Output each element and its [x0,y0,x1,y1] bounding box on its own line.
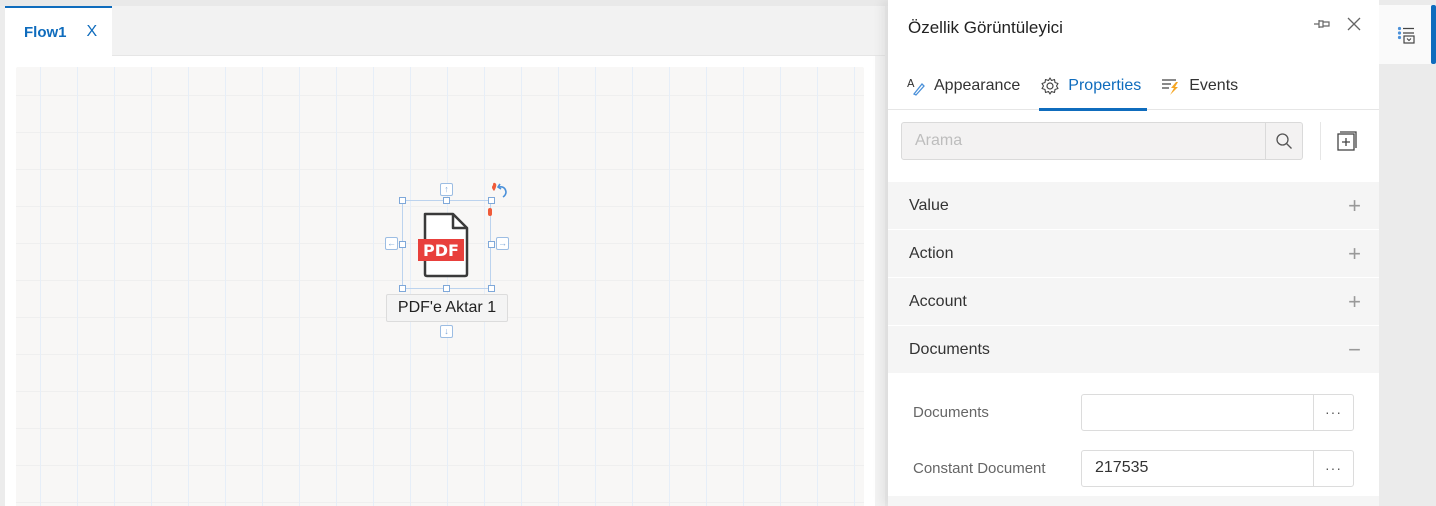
prop-row-documents: Documents ··· [888,384,1379,440]
resize-handle-e[interactable] [488,241,495,248]
resize-handle-w[interactable] [399,241,406,248]
connect-port-up[interactable]: ↑ [440,183,453,196]
documents-section-body: Documents ··· Constant Document ··· [888,374,1379,494]
appearance-icon: A [907,77,925,96]
prop-label: Constant Document [913,459,1046,477]
close-icon[interactable] [1347,17,1361,31]
connect-port-left[interactable]: ← [385,237,398,250]
expand-plus-icon[interactable]: + [1348,242,1361,265]
resize-handle-sw[interactable] [399,285,406,292]
constant-document-browse-button[interactable]: ··· [1313,450,1353,486]
tab-events-label: Events [1189,77,1239,94]
document-tab-bar: Flow1 X [5,6,885,56]
pdf-icon-text: PDF [423,241,459,260]
tab-properties[interactable]: Properties [1039,62,1148,111]
expand-plus-icon[interactable]: + [1348,194,1361,217]
events-icon [1162,79,1179,95]
constant-document-field: ··· [1081,449,1354,487]
section-value[interactable]: Value + [888,182,1379,230]
search-button[interactable] [1265,123,1302,159]
section-label: Value [909,196,949,214]
prop-label: Documents [913,403,989,421]
connect-port-down[interactable]: ↓ [440,325,453,338]
property-sections: Value + Action + Account + Documents − D… [888,182,1379,494]
section-account[interactable]: Account + [888,278,1379,326]
section-documents[interactable]: Documents − [888,326,1379,374]
search-input[interactable] [902,123,1265,159]
documents-browse-button[interactable]: ··· [1313,394,1353,430]
resize-handle-se[interactable] [488,285,495,292]
section-action[interactable]: Action + [888,230,1379,278]
tab-events[interactable]: Events [1161,62,1244,110]
tab-appearance[interactable]: A Appearance [906,62,1026,110]
property-viewer-panel: Özellik Görüntüleyici A Appearance Prope… [888,0,1379,506]
expand-plus-icon[interactable]: + [1348,290,1361,313]
property-list-icon [1397,26,1415,44]
panel-actions [1313,17,1361,31]
rail-property-viewer-button[interactable] [1379,5,1436,64]
panel-title: Özellik Görüntüleyici [908,18,1063,37]
tab-label: Flow1 [24,23,67,41]
search-icon [1276,133,1292,149]
tab-flow1[interactable]: Flow1 X [5,6,112,56]
pin-icon[interactable] [1313,17,1331,31]
panel-footer-strip [888,496,1379,506]
property-search [901,122,1303,160]
section-label: Action [909,244,954,262]
node-label[interactable]: PDF'e Aktar 1 [386,294,508,322]
pdf-file-icon: PDF [418,212,469,278]
active-indicator [1431,5,1436,64]
resize-handle-nw[interactable] [399,197,406,204]
panel-tabs: A Appearance Properties Events [888,62,1379,111]
gear-icon [1041,77,1059,95]
toolbar-divider [1320,122,1321,160]
tab-close-button[interactable]: X [87,24,98,40]
warning-indicator [488,208,492,216]
prop-row-constant-document: Constant Document ··· [888,440,1379,496]
right-rail [1379,0,1436,506]
section-label: Account [909,292,967,310]
constant-document-input[interactable] [1082,450,1313,486]
rotate-icon[interactable] [488,182,510,202]
flow-node-pdf-export[interactable]: ↑ ← → ↓ PDF PDF'e Aktar 1 [370,170,530,350]
resize-handle-n[interactable] [443,197,450,204]
documents-field: ··· [1081,393,1354,431]
collapse-minus-icon[interactable]: − [1348,338,1361,361]
section-label: Documents [909,340,990,358]
tab-appearance-label: Appearance [934,77,1021,94]
documents-input[interactable] [1082,394,1313,430]
resize-handle-s[interactable] [443,285,450,292]
expand-all-icon[interactable] [1335,130,1359,154]
connect-port-right[interactable]: → [496,237,509,250]
svg-text:A: A [907,77,915,90]
tab-properties-label: Properties [1068,77,1142,94]
